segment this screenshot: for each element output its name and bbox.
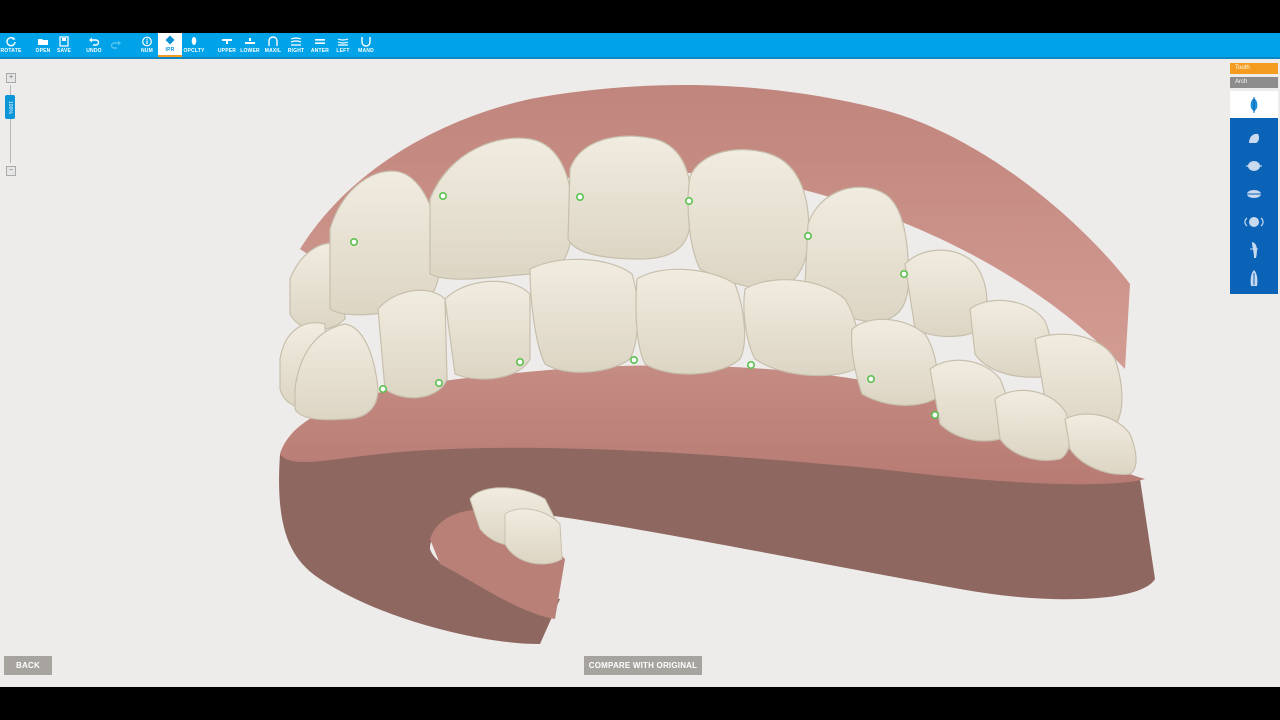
maxil-label: MAXIL <box>264 48 282 54</box>
opacity-label: OPCLTY <box>183 48 205 54</box>
undo-icon <box>89 37 100 46</box>
upper-view-button[interactable]: UPPER <box>217 33 237 57</box>
mand-label: MAND <box>358 48 374 54</box>
mandible-icon <box>361 37 371 47</box>
rotate-tooth-icon <box>1244 217 1264 227</box>
flat-tooth-tool[interactable] <box>1230 180 1278 208</box>
ipr-marker[interactable] <box>434 378 443 387</box>
ipr-marker[interactable] <box>378 384 387 393</box>
3d-viewport[interactable] <box>0 59 1280 687</box>
maxilla-icon <box>268 36 278 46</box>
app-window: ROTATE OPEN SAVE UNDO NUM IPR OPCLTY UPP… <box>0 33 1280 687</box>
tooth-disc-icon <box>1245 190 1263 198</box>
ipr-marker[interactable] <box>629 355 638 364</box>
upper-label: UPPER <box>217 48 237 54</box>
rotate-button[interactable]: ROTATE <box>0 33 22 57</box>
rotate-tooth-tool[interactable] <box>1230 208 1278 236</box>
ipr-marker[interactable] <box>438 192 447 201</box>
left-view-icon <box>337 38 349 46</box>
left-label: LEFT <box>336 48 350 54</box>
zoom-handle[interactable]: 100% <box>5 95 15 119</box>
tab-arch[interactable]: Arch <box>1230 77 1278 88</box>
lower-view-icon <box>245 38 255 44</box>
ipr-marker[interactable] <box>899 270 908 279</box>
redo-button[interactable] <box>106 33 126 57</box>
root-angle-icon <box>1250 270 1258 286</box>
tilt-tooth-tool[interactable] <box>1230 124 1278 152</box>
main-toolbar: ROTATE OPEN SAVE UNDO NUM IPR OPCLTY UPP… <box>0 33 1280 59</box>
zoom-out-button[interactable]: − <box>6 166 16 176</box>
ipr-label: IPR <box>165 47 175 53</box>
ipr-button[interactable]: IPR <box>158 33 182 57</box>
ipr-marker[interactable] <box>866 374 875 383</box>
ipr-diamond-icon <box>165 35 175 45</box>
right-tool-panel: Tooth Arch <box>1230 63 1278 294</box>
dental-model[interactable] <box>279 85 1155 644</box>
folder-icon <box>38 39 48 45</box>
rotate-icon <box>6 36 16 47</box>
tooth-crown-icon <box>1250 97 1258 113</box>
bracket-tooth-tool[interactable] <box>1230 236 1278 264</box>
upper-view-icon <box>222 39 232 44</box>
rotate-label: ROTATE <box>0 48 22 54</box>
opacity-button[interactable]: OPCLTY <box>183 33 205 57</box>
zoom-slider[interactable]: + 100% − <box>5 73 17 176</box>
num-button[interactable]: NUM <box>137 33 157 57</box>
ipr-marker[interactable] <box>684 197 693 206</box>
selected-tooth-tool[interactable] <box>1230 91 1278 118</box>
anter-label: ANTER <box>310 48 330 54</box>
back-button[interactable]: BACK <box>4 656 52 675</box>
bracket-tooth-icon <box>1250 242 1258 258</box>
right-view-button[interactable]: RIGHT <box>286 33 306 57</box>
info-icon <box>142 36 152 47</box>
opacity-icon <box>191 37 197 45</box>
ipr-marker[interactable] <box>930 410 939 419</box>
anterior-view-icon <box>315 39 325 44</box>
tooth-disc-icon <box>1246 161 1262 171</box>
open-button[interactable]: OPEN <box>33 33 53 57</box>
ipr-marker[interactable] <box>803 232 812 241</box>
tooth-tools <box>1230 118 1278 294</box>
root-tooth-tool[interactable] <box>1230 264 1278 292</box>
save-icon <box>59 36 69 47</box>
disc-tooth-tool[interactable] <box>1230 152 1278 180</box>
save-label: SAVE <box>56 48 72 54</box>
num-label: NUM <box>141 48 153 54</box>
lower-view-button[interactable]: LOWER <box>240 33 260 57</box>
left-view-button[interactable]: LEFT <box>333 33 353 57</box>
anter-view-button[interactable]: ANTER <box>309 33 331 57</box>
ipr-marker[interactable] <box>746 360 755 369</box>
undo-label: UNDO <box>86 48 102 54</box>
ipr-marker[interactable] <box>349 238 358 247</box>
ipr-marker[interactable] <box>575 193 584 202</box>
save-button[interactable]: SAVE <box>54 33 74 57</box>
right-label: RIGHT <box>287 48 305 54</box>
zoom-in-button[interactable]: + <box>6 73 16 83</box>
compare-with-original-button[interactable]: COMPARE WITH ORIGINAL <box>584 656 702 675</box>
mand-view-button[interactable]: MAND <box>356 33 376 57</box>
tab-tooth[interactable]: Tooth <box>1230 63 1278 74</box>
right-view-icon <box>290 37 302 46</box>
ipr-marker[interactable] <box>515 357 524 366</box>
tilt-tooth-icon <box>1249 133 1260 143</box>
open-label: OPEN <box>35 48 51 54</box>
undo-button[interactable]: UNDO <box>84 33 104 57</box>
redo-icon <box>110 40 121 49</box>
lower-label: LOWER <box>240 48 260 54</box>
maxil-view-button[interactable]: MAXIL <box>263 33 283 57</box>
